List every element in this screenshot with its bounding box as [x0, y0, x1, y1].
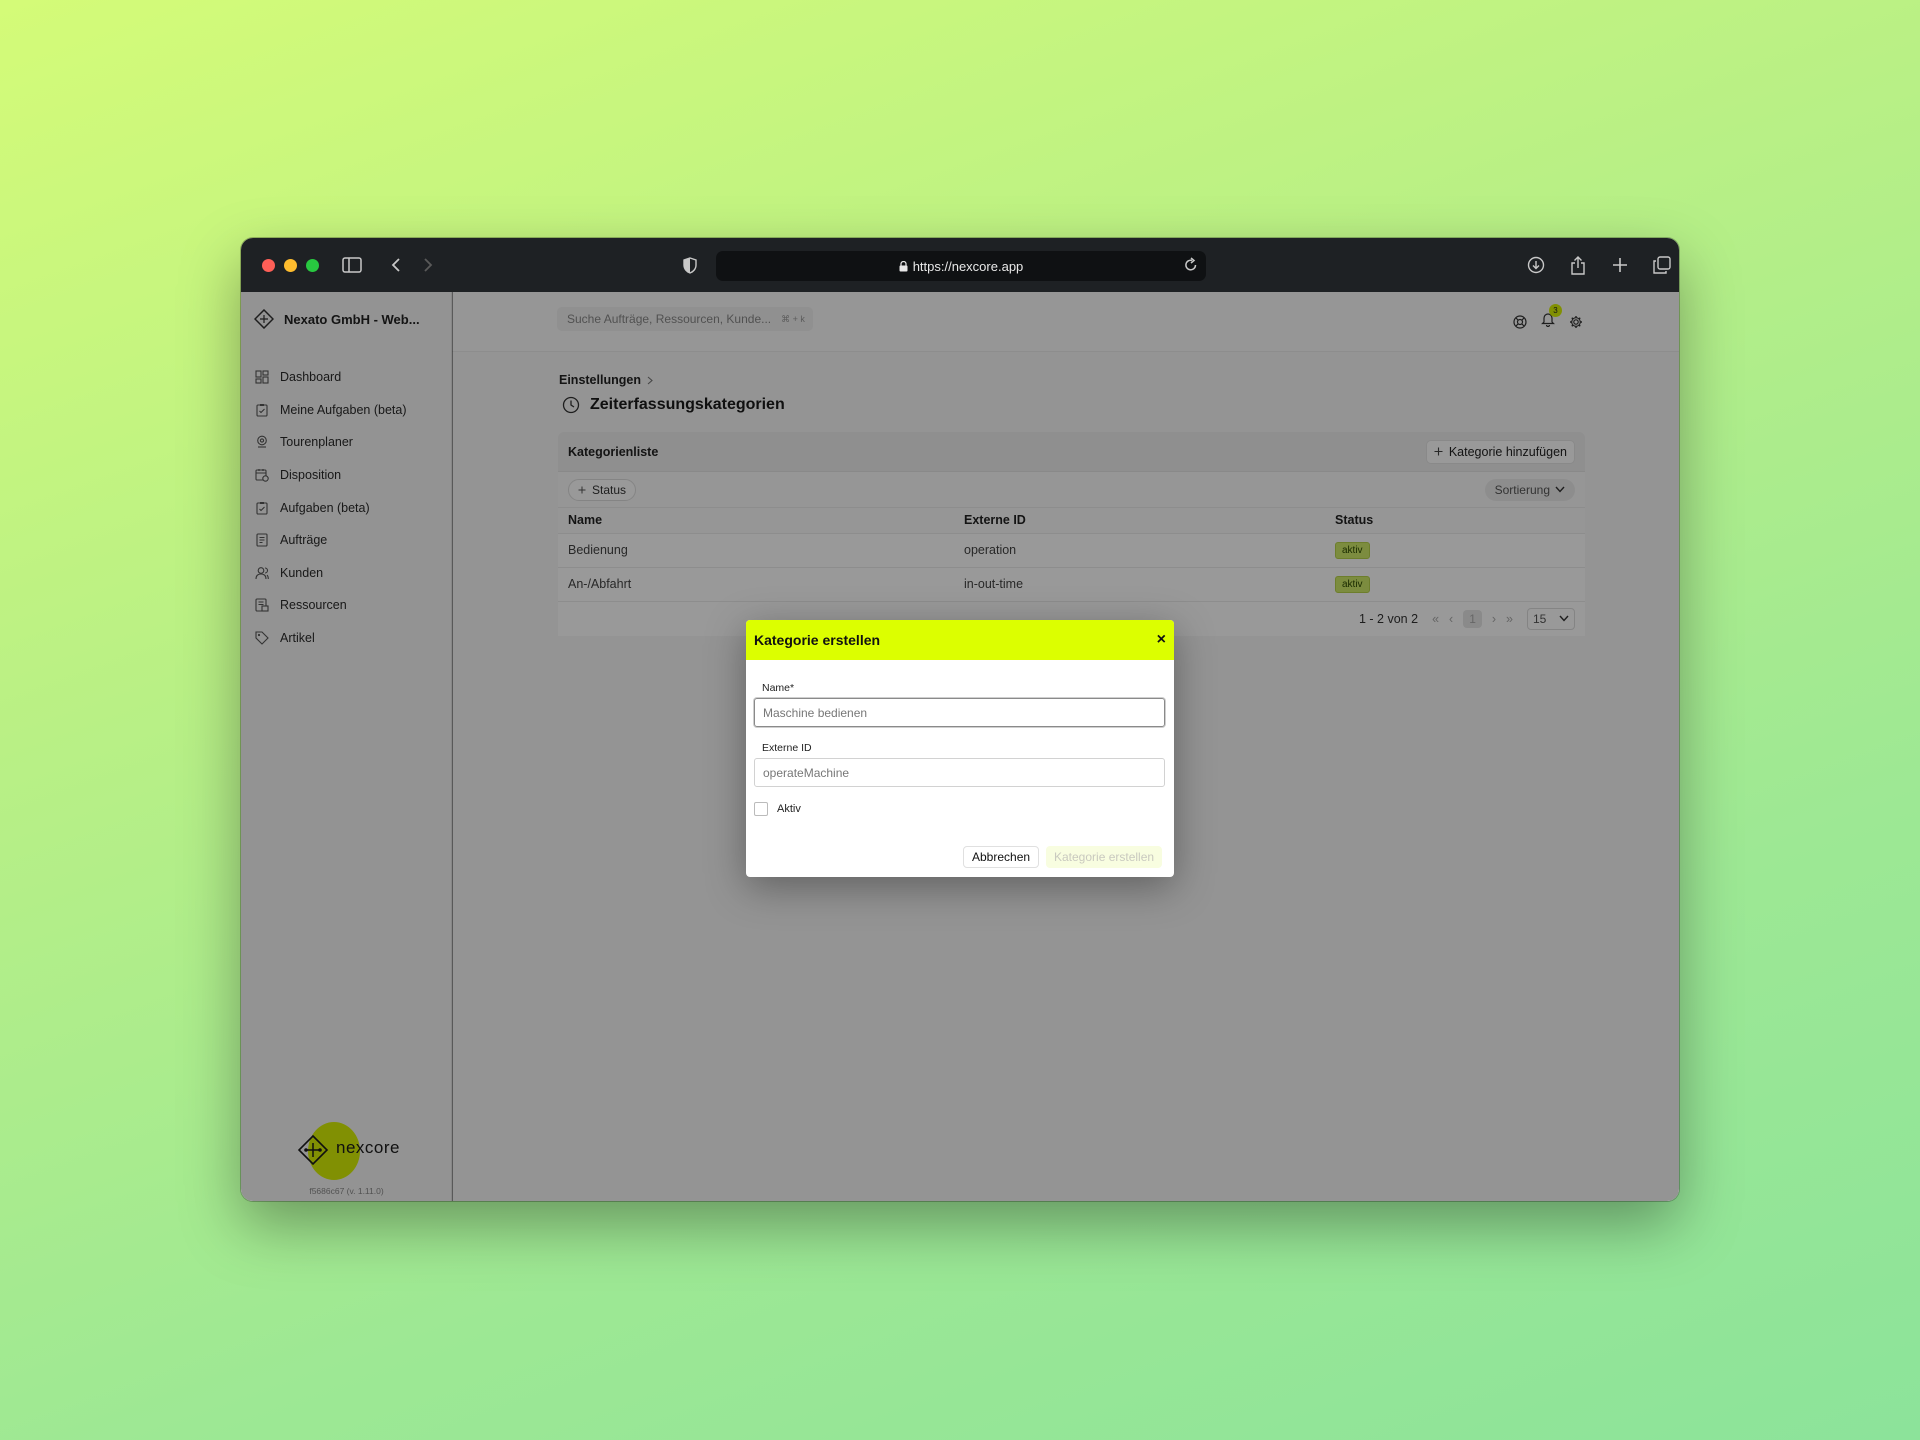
active-checkbox[interactable] — [754, 802, 768, 816]
window-controls — [262, 259, 319, 272]
minimize-window-button[interactable] — [284, 259, 297, 272]
create-category-button[interactable]: Kategorie erstellen — [1046, 846, 1163, 868]
sidebar-backdrop — [241, 292, 453, 1201]
dialog-header: Kategorie erstellen × — [746, 620, 1174, 660]
dialog-title: Kategorie erstellen — [754, 632, 881, 648]
url-text: https://nexcore.app — [912, 258, 1024, 274]
maximize-window-button[interactable] — [306, 259, 319, 272]
privacy-shield-icon[interactable] — [676, 251, 704, 279]
new-tab-icon[interactable] — [1606, 251, 1634, 279]
external-id-field-label: Externe ID — [762, 742, 812, 754]
name-input[interactable] — [763, 705, 1164, 720]
external-id-field[interactable] — [754, 758, 1165, 787]
tab-overview-icon[interactable] — [1648, 251, 1676, 279]
close-icon[interactable]: × — [1157, 632, 1166, 648]
forward-icon[interactable] — [414, 251, 442, 279]
active-checkbox-label: Aktiv — [777, 803, 801, 815]
close-window-button[interactable] — [262, 259, 275, 272]
active-checkbox-row[interactable]: Aktiv — [754, 802, 801, 816]
address-bar[interactable]: https://nexcore.app — [716, 251, 1206, 281]
name-field[interactable] — [754, 698, 1165, 727]
create-category-dialog: Kategorie erstellen × Name* Externe ID A… — [746, 620, 1174, 877]
back-icon[interactable] — [382, 251, 410, 279]
share-icon[interactable] — [1564, 251, 1592, 279]
sidebar-toggle-icon[interactable] — [338, 251, 366, 279]
browser-window: https://nexcore.app Nexato GmbH - Web... — [241, 238, 1679, 1201]
lock-icon — [899, 260, 908, 271]
browser-titlebar: https://nexcore.app — [241, 238, 1679, 292]
cancel-button[interactable]: Abbrechen — [963, 846, 1040, 868]
reload-icon[interactable] — [1184, 257, 1198, 273]
download-icon[interactable] — [1522, 251, 1550, 279]
name-field-label: Name* — [762, 682, 795, 694]
external-id-input[interactable] — [763, 765, 1164, 780]
